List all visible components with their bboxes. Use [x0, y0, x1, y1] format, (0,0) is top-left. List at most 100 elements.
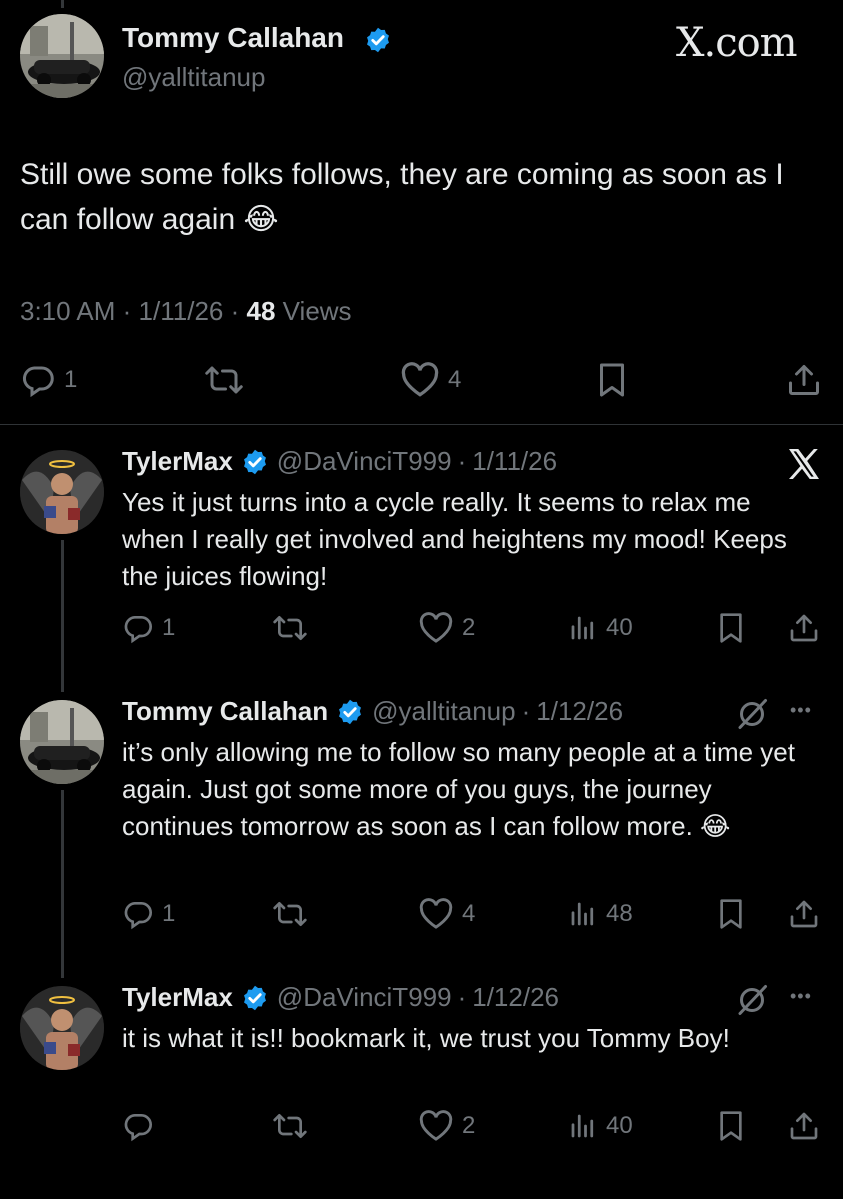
- reply-icon: [124, 616, 152, 644]
- reply-text: it’s only allowing me to follow so many …: [122, 737, 795, 841]
- heart-icon: [401, 362, 439, 397]
- more-button[interactable]: •••: [790, 700, 812, 721]
- thread-line-top: [61, 0, 64, 8]
- author-name[interactable]: Tommy Callahan: [122, 696, 328, 727]
- grok-icon[interactable]: [734, 982, 770, 1023]
- repost-button[interactable]: [204, 362, 244, 398]
- heart-icon: [419, 612, 453, 643]
- reply-header: Tommy Callahan @yalltitanup · 1/12/26: [122, 696, 623, 727]
- author-name[interactable]: Tommy Callahan: [122, 22, 344, 54]
- share-icon: [790, 1112, 818, 1140]
- reply-date[interactable]: 1/12/26: [472, 982, 559, 1013]
- reply-date[interactable]: 1/12/26: [536, 696, 623, 727]
- repost-icon: [205, 366, 243, 394]
- verified-badge-icon: [364, 26, 392, 54]
- views-count: 48: [606, 900, 633, 927]
- author-handle[interactable]: @DaVinciT999: [277, 446, 452, 477]
- verified-badge-icon: [241, 448, 269, 476]
- thread-line: [61, 790, 64, 978]
- reply-button[interactable]: [122, 1110, 154, 1142]
- author-handle[interactable]: @DaVinciT999: [277, 982, 452, 1013]
- avatar[interactable]: [20, 14, 104, 98]
- like-button[interactable]: 4: [418, 898, 475, 930]
- avatar[interactable]: [20, 450, 104, 534]
- share-icon: [789, 365, 819, 395]
- x-logo-icon: [786, 446, 822, 487]
- avatar[interactable]: [20, 700, 104, 784]
- bookmark-icon: [720, 613, 742, 643]
- repost-button[interactable]: [272, 1110, 308, 1142]
- like-button[interactable]: 4: [400, 362, 461, 398]
- analytics-icon: [571, 1114, 594, 1138]
- reply-count: 1: [162, 900, 176, 927]
- reply-count: 1: [162, 614, 176, 641]
- reply-header: TylerMax @DaVinciT999 · 1/12/26: [122, 982, 559, 1013]
- like-button[interactable]: 2: [418, 1110, 475, 1142]
- heart-icon: [419, 898, 453, 929]
- reply-icon: [22, 366, 54, 398]
- reply-text: it is what it is!! bookmark it, we trust…: [122, 1023, 730, 1053]
- analytics-icon: [571, 616, 594, 640]
- separator: ·: [457, 446, 467, 476]
- author-name[interactable]: TylerMax: [122, 446, 233, 477]
- separator: ·: [230, 296, 240, 326]
- separator: ·: [457, 982, 467, 1012]
- reply-count: 1: [64, 366, 78, 393]
- repost-button[interactable]: [272, 898, 308, 930]
- separator: ·: [521, 696, 531, 726]
- repost-icon: [273, 902, 307, 926]
- reply-button[interactable]: 1: [122, 612, 175, 644]
- bookmark-button[interactable]: [716, 898, 746, 930]
- verified-badge-icon: [336, 698, 364, 726]
- views-count: 40: [606, 1112, 633, 1139]
- separator: ·: [122, 296, 132, 326]
- bookmark-button[interactable]: [716, 1110, 746, 1142]
- avatar[interactable]: [20, 986, 104, 1070]
- share-button[interactable]: [788, 612, 820, 644]
- divider: [0, 424, 843, 425]
- post-date[interactable]: 1/11/26: [139, 296, 224, 326]
- site-watermark: X.com: [676, 20, 798, 66]
- repost-button[interactable]: [272, 612, 308, 644]
- bookmark-icon: [720, 1111, 742, 1141]
- analytics-icon: [571, 902, 594, 926]
- reply-icon: [124, 1114, 152, 1142]
- bookmark-button[interactable]: [716, 612, 746, 644]
- reply-button[interactable]: 1: [20, 362, 77, 398]
- repost-icon: [273, 616, 307, 640]
- views-label: Views: [282, 296, 352, 326]
- reply-button[interactable]: 1: [122, 898, 175, 930]
- share-button[interactable]: [786, 362, 822, 398]
- views-button[interactable]: 40: [568, 612, 633, 644]
- avatar-angel-image: [20, 450, 104, 534]
- like-count: 4: [462, 900, 476, 927]
- author-name[interactable]: TylerMax: [122, 982, 233, 1013]
- post-time[interactable]: 3:10 AM: [20, 296, 115, 326]
- share-button[interactable]: [788, 898, 820, 930]
- author-handle[interactable]: @yalltitanup: [372, 696, 515, 727]
- author-handle[interactable]: @yalltitanup: [122, 62, 265, 93]
- reply-text: Yes it just turns into a cycle really. I…: [122, 487, 787, 591]
- heart-icon: [419, 1110, 453, 1141]
- verified-badge-icon: [241, 984, 269, 1012]
- avatar-car-image: [20, 14, 104, 98]
- bookmark-icon: [600, 363, 624, 397]
- repost-icon: [273, 1114, 307, 1138]
- avatar-angel-image: [20, 986, 104, 1070]
- like-count: 2: [462, 1112, 476, 1139]
- like-count: 2: [462, 614, 476, 641]
- reply-icon: [124, 902, 152, 930]
- views-count: 48: [246, 296, 276, 326]
- more-button[interactable]: •••: [790, 986, 812, 1007]
- reply-date[interactable]: 1/11/26: [472, 446, 557, 477]
- share-icon: [790, 900, 818, 928]
- avatar-car-image: [20, 700, 104, 784]
- post-text: Still owe some folks follows, they are c…: [20, 158, 784, 236]
- share-button[interactable]: [788, 1110, 820, 1142]
- views-button[interactable]: 48: [568, 898, 633, 930]
- bookmark-button[interactable]: [596, 362, 628, 398]
- reply-header: TylerMax @DaVinciT999 · 1/11/26: [122, 446, 557, 477]
- grok-icon[interactable]: [734, 696, 770, 737]
- like-button[interactable]: 2: [418, 612, 475, 644]
- views-button[interactable]: 40: [568, 1110, 633, 1142]
